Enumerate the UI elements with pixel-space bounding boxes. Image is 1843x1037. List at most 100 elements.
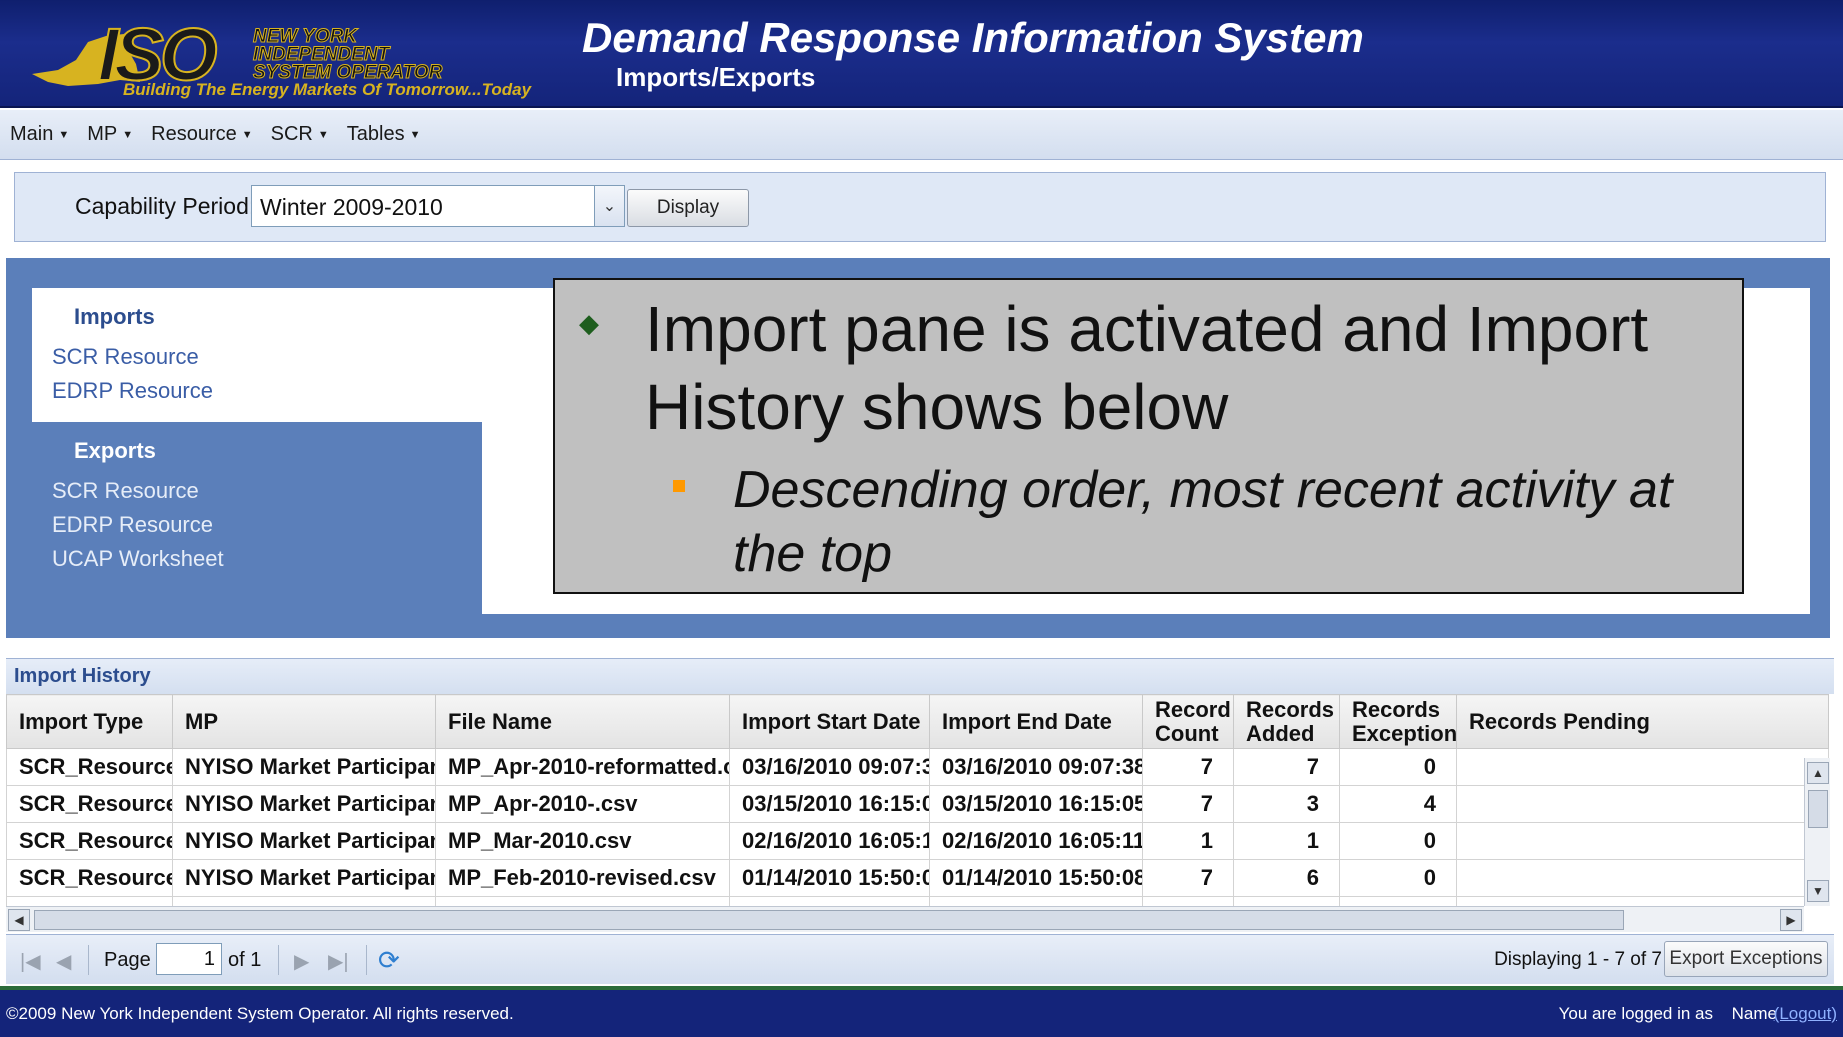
cell: NYISO Market Participant — [172, 785, 436, 823]
cell: 3 — [1233, 785, 1340, 823]
cell: 01/14/2010 15:50:08 — [729, 859, 930, 897]
column-header[interactable]: Record Count — [1142, 694, 1234, 749]
page-count-label: of 1 — [228, 949, 262, 971]
cell: 4 — [1339, 896, 1457, 906]
scroll-down-icon[interactable]: ▼ — [1807, 880, 1829, 902]
menu-label: Main — [10, 123, 54, 145]
cell: 7 — [1233, 748, 1340, 786]
logout-link[interactable]: (Logout) — [1774, 1004, 1837, 1024]
chevron-down-icon[interactable]: ⌄ — [594, 186, 624, 226]
main-menu-bar: Main ▼ MP ▼ Resource ▼ SCR ▼ Tables ▼ — [0, 110, 1843, 160]
annotation-callout: ◆ Import pane is activated and Import Hi… — [553, 278, 1744, 594]
app-header: ISO NEW YORK INDEPENDENT SYSTEM OPERATOR… — [0, 0, 1843, 108]
menu-label: SCR — [270, 123, 313, 145]
imports-scr-resource-link[interactable]: SCR Resource — [52, 344, 199, 370]
cell: 01/14/2010 15:50:08 — [929, 859, 1143, 897]
app-footer: ©2009 New York Independent System Operat… — [0, 986, 1843, 1037]
capability-period-select[interactable]: Winter 2009-2010 ⌄ — [251, 185, 625, 227]
table-row[interactable]: SCR_Resource NYISO Market Participant MP_A… — [6, 748, 1829, 786]
cell: SCR_Resource — [6, 785, 173, 823]
cell: 03/15/2010 16:15:05 — [929, 785, 1143, 823]
cell: NYISO Market Participant — [172, 859, 436, 897]
import-history-table: Import Type MP File Name Import Start Da… — [6, 694, 1829, 906]
export-exceptions-button[interactable]: Export Exceptions — [1664, 941, 1828, 977]
page-label: Page — [104, 949, 151, 971]
paging-toolbar: |◀ ◀ Page 1 of 1 ▶ ▶| ⟳ Displaying 1 - 7… — [6, 934, 1834, 984]
scroll-right-icon[interactable]: ▶ — [1780, 909, 1802, 931]
page-number-input[interactable]: 1 — [156, 943, 222, 975]
display-count-text: Displaying 1 - 7 of 7 — [1494, 949, 1662, 970]
cell: SCR_Resource — [6, 896, 173, 906]
cell: NYISO Market Participant — [172, 896, 436, 906]
separator — [366, 945, 367, 975]
imports-pane: Imports SCR Resource EDRP Resource — [32, 288, 482, 422]
menu-main[interactable]: Main ▼ — [10, 123, 69, 146]
cell: SCR_Resource — [6, 822, 173, 860]
caret-down-icon: ▼ — [241, 128, 253, 141]
capability-period-panel: Capability Period: Winter 2009-2010 ⌄ Di… — [14, 172, 1826, 242]
table-row[interactable]: SCR_Resource NYISO Market Participant MP_A… — [6, 785, 1829, 823]
exports-scr-resource-link[interactable]: SCR Resource — [52, 478, 199, 504]
column-header[interactable]: Records Added — [1233, 694, 1340, 749]
caret-down-icon: ▼ — [317, 128, 329, 141]
column-header[interactable]: Import End Date — [929, 694, 1143, 749]
column-header[interactable]: File Name — [435, 694, 730, 749]
scroll-left-icon[interactable]: ◀ — [8, 909, 30, 931]
exports-edrp-resource-link[interactable]: EDRP Resource — [52, 512, 213, 538]
cell: MP_Apr-2010-.csv — [435, 785, 730, 823]
menu-label: Tables — [346, 123, 405, 145]
cell: 0 — [1339, 748, 1457, 786]
imports-heading[interactable]: Imports — [74, 304, 155, 330]
cell — [1456, 785, 1829, 823]
column-header[interactable]: Records Exception — [1339, 694, 1457, 749]
menu-mp[interactable]: MP ▼ — [87, 123, 133, 146]
cell — [1456, 748, 1829, 786]
last-page-icon[interactable]: ▶| — [328, 949, 349, 974]
column-header[interactable]: MP — [172, 694, 436, 749]
vertical-scrollbar[interactable]: ▲ ▼ — [1804, 758, 1830, 906]
first-page-icon[interactable]: |◀ — [20, 949, 41, 974]
cell: 02/16/2010 16:05:11 — [729, 822, 930, 860]
separator — [278, 945, 279, 975]
menu-label: MP — [87, 123, 118, 145]
table-row[interactable]: SCR_ResourceNYISO Market ParticipantMP_F… — [6, 859, 1829, 897]
prev-page-icon[interactable]: ◀ — [56, 949, 71, 974]
import-history-header: Import History — [6, 658, 1834, 694]
cell: NYISO Market Participant — [172, 748, 436, 786]
cell: 01/13/2010 15:41:48 — [729, 896, 930, 906]
column-header[interactable]: Records Pending — [1456, 694, 1829, 749]
cell: 7 — [1142, 859, 1234, 897]
caret-down-icon: ▼ — [409, 128, 421, 141]
logo-org-name: NEW YORK INDEPENDENT SYSTEM OPERATOR — [252, 27, 442, 83]
cell: 6 — [1233, 859, 1340, 897]
cell — [1456, 859, 1829, 897]
menu-resource[interactable]: Resource ▼ — [151, 123, 253, 146]
cell: 4 — [1339, 785, 1457, 823]
exports-heading[interactable]: Exports — [74, 438, 156, 464]
menu-scr[interactable]: SCR ▼ — [271, 123, 329, 146]
table-row[interactable]: SCR_ResourceNYISO Market ParticipantMP_F… — [6, 896, 1829, 906]
capability-period-label: Capability Period: — [75, 193, 256, 219]
table-header-row: Import Type MP File Name Import Start Da… — [6, 694, 1829, 749]
cell: MP_Feb-2010-revised.csv — [435, 859, 730, 897]
capability-period-value: Winter 2009-2010 — [260, 194, 443, 220]
table-row[interactable]: SCR_Resource NYISO Market Participant MP_M… — [6, 822, 1829, 860]
scroll-up-icon[interactable]: ▲ — [1807, 762, 1829, 784]
column-header[interactable]: Import Start Date — [729, 694, 930, 749]
display-button[interactable]: Display — [627, 189, 749, 227]
next-page-icon[interactable]: ▶ — [294, 949, 309, 974]
refresh-icon[interactable]: ⟳ — [378, 945, 400, 976]
imports-edrp-resource-link[interactable]: EDRP Resource — [52, 378, 213, 404]
cell: 7 — [1142, 748, 1234, 786]
horizontal-scrollbar[interactable]: ◀ ▶ — [6, 906, 1804, 932]
scrollbar-thumb[interactable] — [34, 910, 1624, 930]
cell: MP_Apr-2010-reformatted.csv — [435, 748, 730, 786]
cell: SCR_Resource — [6, 748, 173, 786]
logged-in-label: You are logged in as — [1558, 1004, 1713, 1023]
menu-tables[interactable]: Tables ▼ — [347, 123, 421, 146]
cell: 02/16/2010 16:05:11 — [929, 822, 1143, 860]
scrollbar-thumb[interactable] — [1808, 790, 1828, 828]
caret-down-icon: ▼ — [122, 128, 134, 141]
exports-ucap-worksheet-link[interactable]: UCAP Worksheet — [52, 546, 224, 572]
column-header[interactable]: Import Type — [6, 694, 173, 749]
